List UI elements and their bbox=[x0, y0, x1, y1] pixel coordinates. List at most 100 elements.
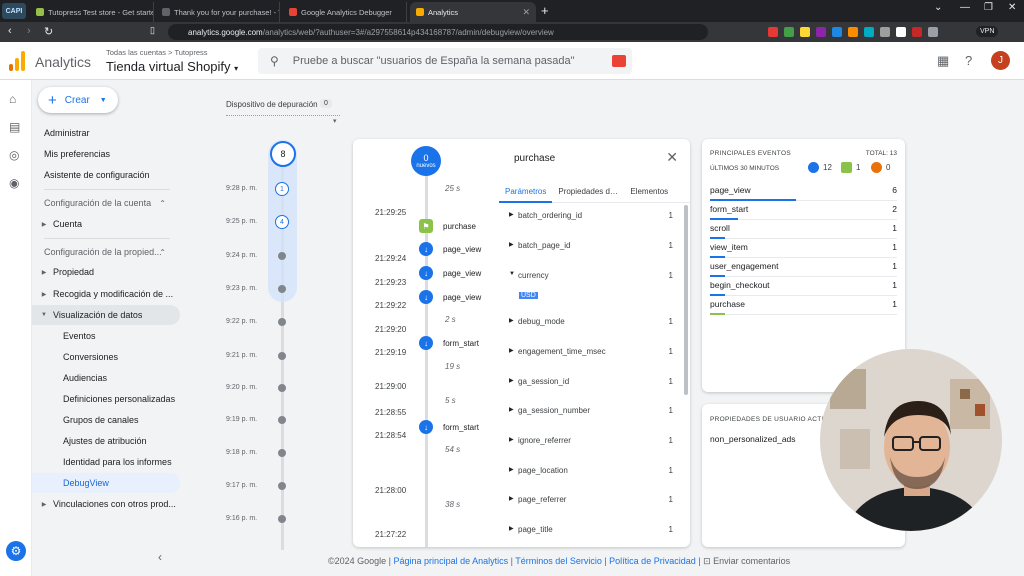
tab-tutopress-store[interactable]: Tutopress Test store - Get started wi bbox=[30, 2, 154, 22]
top-event-row[interactable]: purchase 1 bbox=[710, 296, 897, 315]
tab-analytics[interactable]: Analytics ✕ bbox=[410, 2, 536, 22]
back-icon[interactable]: ‹ bbox=[8, 25, 12, 37]
parameter-value[interactable]: USD bbox=[519, 292, 538, 299]
minute-dot[interactable] bbox=[278, 384, 286, 392]
event-form-start[interactable]: ↓ form_start bbox=[419, 420, 479, 434]
close-tab-icon[interactable]: ✕ bbox=[522, 7, 530, 18]
extension-icon[interactable] bbox=[832, 27, 842, 37]
extension-icon[interactable] bbox=[880, 27, 890, 37]
keyboard-icon[interactable] bbox=[612, 55, 626, 67]
app-badge[interactable]: CAPI bbox=[2, 3, 26, 19]
extension-icon[interactable] bbox=[912, 27, 922, 37]
minute-count-bubble[interactable]: 4 bbox=[275, 215, 289, 229]
search-bar[interactable]: ⚲ Pruebe a buscar "usuarios de España la… bbox=[258, 48, 632, 74]
nav-product-links[interactable]: ▶ Vinculaciones con otros prod... bbox=[32, 494, 180, 514]
nav-admin[interactable]: Administrar bbox=[32, 123, 180, 143]
tab-ga-debugger[interactable]: Google Analytics Debugger bbox=[283, 2, 407, 22]
vpn-badge[interactable]: VPN bbox=[976, 26, 999, 37]
parameter-row[interactable]: ▶ engagement_time_msec 1 bbox=[509, 347, 673, 356]
create-button[interactable]: + Crear ▼ bbox=[38, 87, 118, 113]
breadcrumb[interactable]: Todas las cuentas > Tutopress bbox=[106, 48, 208, 57]
restore-icon[interactable]: ❐ bbox=[984, 2, 993, 13]
top-event-row[interactable]: begin_checkout 1 bbox=[710, 277, 897, 296]
avatar[interactable]: J bbox=[991, 51, 1010, 70]
nav-data-collection[interactable]: ▶ Recogida y modificación de ... bbox=[32, 284, 180, 304]
parameter-row[interactable]: ▶ ga_session_id 1 bbox=[509, 377, 673, 386]
top-event-row[interactable]: user_engagement 1 bbox=[710, 258, 897, 277]
minute-dot[interactable] bbox=[278, 285, 286, 293]
top-event-row[interactable]: form_start 2 bbox=[710, 201, 897, 220]
minutes-total-badge[interactable]: 8 bbox=[270, 141, 296, 167]
extension-icon[interactable] bbox=[800, 27, 810, 37]
extension-icon[interactable] bbox=[784, 27, 794, 37]
minute-dot[interactable] bbox=[278, 318, 286, 326]
event-page-view[interactable]: ↓ page_view bbox=[419, 266, 481, 280]
nav-debugview[interactable]: DebugView bbox=[32, 473, 180, 493]
minute-dot[interactable] bbox=[278, 416, 286, 424]
parameter-row[interactable]: ▶ batch_ordering_id 1 bbox=[509, 211, 673, 220]
nav-reporting-identity[interactable]: Identidad para los informes bbox=[32, 452, 180, 472]
parameter-row[interactable]: ▶ ga_session_number 1 bbox=[509, 406, 673, 415]
footer-privacy-link[interactable]: Política de Privacidad bbox=[609, 556, 696, 566]
reload-icon[interactable]: ↻ bbox=[44, 25, 53, 38]
nav-custom-definitions[interactable]: Definiciones personalizadas bbox=[32, 389, 180, 409]
nav-conversions[interactable]: Conversiones bbox=[32, 347, 180, 367]
nav-audiences[interactable]: Audiencias bbox=[32, 368, 180, 388]
window-menu-icon[interactable]: ⌄ bbox=[934, 2, 942, 13]
extension-icon[interactable] bbox=[928, 27, 938, 37]
debug-device-selector[interactable] bbox=[226, 115, 340, 116]
event-form-start[interactable]: ↓ form_start bbox=[419, 336, 479, 350]
nav-account[interactable]: ▶ Cuenta bbox=[32, 214, 180, 234]
nav-account-settings[interactable]: Configuración de la cuenta ⌃ bbox=[32, 193, 180, 213]
minute-count-bubble[interactable]: 1 bbox=[275, 182, 289, 196]
footer-feedback-link[interactable]: Enviar comentarios bbox=[713, 556, 790, 566]
reports-icon[interactable]: ▤ bbox=[9, 120, 20, 134]
top-event-row[interactable]: view_item 1 bbox=[710, 239, 897, 258]
tab-items[interactable]: Elementos bbox=[624, 185, 674, 203]
url-field[interactable]: analytics.google.com/analytics/web/?auth… bbox=[168, 24, 708, 40]
apps-grid-icon[interactable]: ▦ bbox=[937, 53, 949, 69]
event-page-view[interactable]: ↓ page_view bbox=[419, 242, 481, 256]
minute-dot[interactable] bbox=[278, 515, 286, 523]
explore-icon[interactable]: ◎ bbox=[9, 148, 19, 162]
event-page-view[interactable]: ↓ page_view bbox=[419, 290, 481, 304]
bookmark-icon[interactable]: ▯ bbox=[150, 25, 155, 36]
minimize-icon[interactable]: — bbox=[960, 2, 970, 13]
nav-property[interactable]: ▶ Propiedad bbox=[32, 262, 180, 282]
nav-property-settings[interactable]: Configuración de la propied... ⌃ bbox=[32, 242, 180, 262]
forward-icon[interactable]: › bbox=[27, 25, 31, 37]
property-selector[interactable]: Tienda virtual Shopify ▾ bbox=[106, 59, 238, 74]
parameter-row[interactable]: ▶ page_title 1 bbox=[509, 525, 673, 534]
close-icon[interactable]: ✕ bbox=[666, 149, 678, 166]
collapse-nav-icon[interactable]: ‹ bbox=[158, 550, 162, 564]
tab-thank-you[interactable]: Thank you for your purchase! - Tuto bbox=[156, 2, 280, 22]
help-icon[interactable]: ? bbox=[965, 53, 972, 68]
extension-icon[interactable] bbox=[864, 27, 874, 37]
extension-icon[interactable] bbox=[896, 27, 906, 37]
extension-icon[interactable] bbox=[816, 27, 826, 37]
parameter-row[interactable]: ▼ currency 1 bbox=[509, 271, 673, 280]
advertising-icon[interactable]: ◉ bbox=[9, 176, 19, 190]
footer-terms-link[interactable]: Términos del Servicio bbox=[515, 556, 602, 566]
minute-dot[interactable] bbox=[278, 482, 286, 490]
footer-home-link[interactable]: Página principal de Analytics bbox=[394, 556, 509, 566]
parameter-row[interactable]: ▶ page_referrer 1 bbox=[509, 495, 673, 504]
user-property-row[interactable]: non_personalized_ads bbox=[710, 434, 796, 444]
extension-icon[interactable] bbox=[768, 27, 778, 37]
parameter-row[interactable]: ▶ batch_page_id 1 bbox=[509, 241, 673, 250]
parameter-row[interactable]: ▶ page_location 1 bbox=[509, 466, 673, 475]
parameter-row[interactable]: ▶ ignore_referrer 1 bbox=[509, 436, 673, 445]
parameter-row[interactable]: ▶ debug_mode 1 bbox=[509, 317, 673, 326]
home-icon[interactable]: ⌂ bbox=[9, 92, 16, 106]
minute-dot[interactable] bbox=[278, 449, 286, 457]
nav-attribution-settings[interactable]: Ajustes de atribución bbox=[32, 431, 180, 451]
tab-parameters[interactable]: Parámetros bbox=[499, 185, 553, 203]
nav-events[interactable]: Eventos bbox=[32, 326, 180, 346]
detail-scrollbar[interactable] bbox=[684, 205, 688, 395]
new-tab-button[interactable]: + bbox=[541, 3, 549, 18]
top-event-row[interactable]: scroll 1 bbox=[710, 220, 897, 239]
nav-setup-assistant[interactable]: Asistente de configuración bbox=[32, 165, 180, 185]
nav-data-display[interactable]: ▼ Visualización de datos bbox=[32, 305, 180, 325]
close-window-icon[interactable]: ✕ bbox=[1008, 2, 1016, 13]
settings-gear-icon[interactable]: ⚙ bbox=[6, 541, 26, 561]
